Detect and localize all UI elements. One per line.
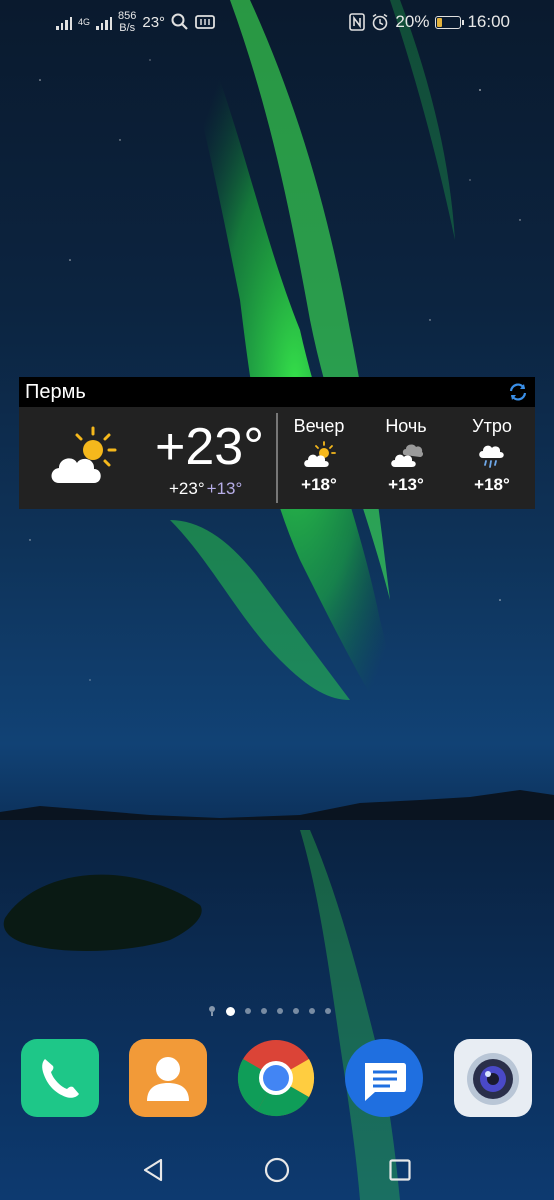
hint-bulb-icon <box>209 1006 215 1016</box>
page-dot[interactable] <box>261 1008 267 1014</box>
forecast-label: Ночь <box>385 416 427 436</box>
weather-widget[interactable]: Пермь +23° +23° +13° Вечер +18° Ночь +13… <box>19 377 535 509</box>
network-speed: 856 B/s <box>118 10 136 34</box>
signal-icon <box>56 14 72 30</box>
clock: 16:00 <box>467 12 510 31</box>
speed-value: 856 <box>118 10 137 22</box>
forecast-label: Утро <box>472 416 512 436</box>
notification-app-icon <box>195 15 215 29</box>
high-temperature: +23° <box>169 479 205 498</box>
camera-app-icon[interactable] <box>454 1039 532 1117</box>
battery-level <box>437 17 443 27</box>
rain-icon <box>479 445 504 468</box>
phone-app-icon[interactable] <box>21 1039 99 1117</box>
speed-unit: B/s <box>119 22 136 34</box>
page-dot[interactable] <box>309 1008 315 1014</box>
forecast-label: Вечер <box>293 416 345 436</box>
temperature-range: +23° +13° <box>169 479 242 499</box>
alarm-icon <box>372 13 388 31</box>
nfc-icon <box>349 13 366 31</box>
home-screen: 4G 856 B/s 23° 20% 16:00 Пермь +23° +23°… <box>0 0 554 1200</box>
page-dot[interactable] <box>226 1006 235 1016</box>
partly-sunny-icon <box>51 426 117 483</box>
wallpaper <box>0 0 554 1200</box>
back-button-icon[interactable] <box>141 1158 165 1182</box>
messages-app-icon[interactable] <box>345 1039 423 1117</box>
forecast-evening: Вечер +18° <box>284 415 354 495</box>
status-bar: 4G 856 B/s 23° 20% 16:00 <box>0 0 554 44</box>
city-name[interactable]: Пермь <box>25 381 86 404</box>
widget-divider <box>276 413 278 503</box>
page-dot[interactable] <box>293 1008 299 1014</box>
search-icon <box>171 13 188 30</box>
weather-widget-header: Пермь <box>19 377 535 407</box>
app-dock <box>0 1039 554 1119</box>
status-temperature: 23° <box>142 13 166 31</box>
forecast-night: Ночь +13° <box>371 415 441 495</box>
forecast-morning: Утро +18° <box>457 415 527 495</box>
battery-icon <box>435 15 465 29</box>
home-button-icon[interactable] <box>264 1157 290 1183</box>
contacts-app-icon[interactable] <box>129 1039 207 1117</box>
battery-percent: 20% <box>395 12 430 31</box>
weather-widget-body: +23° +23° +13° Вечер +18° Ночь +13° Утро… <box>19 407 535 509</box>
navigation-bar <box>0 1140 554 1200</box>
forecast-temp: +18° <box>474 475 510 494</box>
chrome-app-icon[interactable] <box>237 1039 315 1117</box>
signal-icon <box>96 14 113 30</box>
page-dot[interactable] <box>245 1008 251 1014</box>
recents-button-icon[interactable] <box>389 1159 411 1181</box>
partly-sunny-icon <box>304 441 336 467</box>
page-dot[interactable] <box>277 1008 283 1014</box>
cloudy-night-icon <box>391 444 423 467</box>
refresh-icon[interactable] <box>507 381 529 403</box>
forecast-temp: +13° <box>388 475 424 494</box>
page-indicator[interactable] <box>208 1005 331 1017</box>
low-temperature: +13° <box>206 479 243 498</box>
current-temperature: +23° <box>155 418 265 476</box>
network-type: 4G <box>78 16 91 27</box>
page-dot[interactable] <box>325 1008 331 1014</box>
forecast-temp: +18° <box>301 475 337 494</box>
